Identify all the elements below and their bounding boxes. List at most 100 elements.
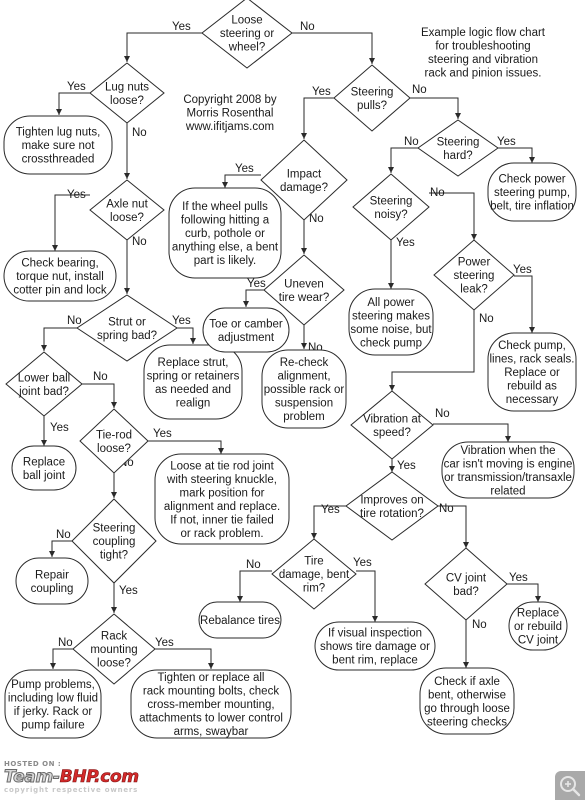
edge-pulls-impact: Yes — [301, 86, 334, 139]
edge-label-yes: Yes — [67, 189, 86, 201]
node-text-line: part is likely. — [194, 255, 256, 267]
result-node-checkpower: Check powersteering pump, belt, tire infl… — [487, 162, 577, 222]
arrowhead-icon — [505, 436, 511, 442]
chart-description-line: for troubleshooting — [435, 41, 530, 53]
edge-label-yes: Yes — [497, 136, 516, 148]
node-text-line: Steering — [370, 195, 413, 207]
node-text-line: Improves on — [360, 494, 423, 506]
node-text-line: realign — [176, 397, 211, 409]
zoom-button[interactable] — [555, 771, 585, 800]
node-text-line: Replace — [517, 608, 559, 620]
edge-rack-rackbolts: Yes — [155, 637, 214, 669]
edge-line — [429, 192, 475, 240]
node-text-line: Tighten or replace all — [158, 672, 265, 684]
node-text-line: coupling — [93, 536, 136, 548]
edge-line — [148, 440, 222, 454]
watermark-logo: Team-BHP.com — [4, 767, 179, 787]
result-node-visual: If visual inspectionshows tire damage or… — [314, 621, 436, 671]
node-text-line: bent, otherwise — [428, 689, 506, 701]
node-text-line: steering pump, — [494, 187, 570, 199]
result-node-toe: Toe or camber adjustment — [202, 307, 290, 353]
node-text-line: If not, inner tie failed — [170, 514, 274, 526]
edge-line — [245, 289, 264, 307]
node-text-line: Lug nuts — [105, 81, 149, 93]
node-text-line: Repair — [35, 569, 69, 581]
edge-line — [82, 383, 115, 408]
node-text-line: or rebuild — [514, 621, 562, 633]
edge-coupling-rack: Yes — [111, 583, 138, 613]
edge-label-no: No — [93, 371, 108, 383]
node-text-line: curb, pothole or — [185, 228, 265, 240]
node-text-line: If visual inspection — [328, 628, 422, 640]
edge-label-yes: Yes — [353, 557, 372, 569]
edge-tierod-tierodfix: Yes — [148, 428, 224, 454]
node-text-line: mark position for — [179, 487, 264, 499]
edge-line — [390, 147, 418, 173]
edge-vibration-rotation: Yes — [389, 459, 416, 472]
arrowhead-icon — [111, 402, 117, 408]
edge-line — [356, 570, 376, 622]
edge-line — [303, 97, 334, 139]
edge-line — [58, 92, 90, 115]
edge-line — [224, 174, 261, 188]
edge-tiredamage-visual: Yes — [353, 557, 378, 622]
edge-line — [239, 570, 272, 602]
node-text-line: following hitting a — [181, 215, 270, 227]
node-text-line: suspension — [275, 398, 333, 410]
node-text-line: Vibration when the — [460, 445, 555, 457]
edge-pulls-hard: No — [410, 84, 461, 119]
edge-label-no: No — [435, 408, 450, 420]
node-text-line: steering or — [220, 28, 275, 40]
node-text-line: hard? — [443, 150, 472, 162]
edge-cvjoint-axlebent: No — [463, 619, 487, 668]
node-text-line: Axle nut — [106, 198, 148, 210]
edge-label-yes: Yes — [67, 81, 86, 93]
arrowhead-icon — [369, 58, 375, 64]
edge-label-yes: Yes — [235, 163, 254, 175]
arrowhead-icon — [529, 327, 535, 333]
node-text-line: All power — [367, 297, 414, 309]
arrowhead-icon — [388, 167, 394, 173]
edge-label-no: No — [246, 559, 261, 571]
arrowhead-icon — [311, 533, 317, 539]
arrowhead-icon — [218, 448, 224, 454]
node-text-line: cross-member mounting, — [147, 699, 274, 711]
team-bhp-watermark: HOSTED ON : Team-BHP.com copyright respe… — [4, 760, 179, 800]
edge-balljoint-tierod: No — [82, 371, 117, 408]
edge-balljoint-replaceball: Yes — [41, 416, 69, 446]
node-text-line: or transmission/transaxle — [444, 472, 572, 484]
edge-noisy-allpower: Yes — [388, 237, 415, 289]
arrowhead-icon — [111, 607, 117, 613]
edge-lugnuts-axlenut: No — [124, 123, 147, 179]
node-text-line: arms, swaybar — [174, 726, 249, 738]
node-text-line: Tire — [304, 556, 323, 568]
node-text-line: Tighten lug nuts, — [16, 127, 101, 139]
node-text-line: damage? — [280, 182, 328, 194]
result-node-recheck: Re-check alignment,possible rack or suspen… — [261, 349, 347, 429]
arrowhead-icon — [41, 345, 47, 351]
arrowhead-icon — [49, 551, 55, 557]
edge-label-yes: Yes — [172, 315, 191, 327]
edge-label-yes: Yes — [509, 572, 528, 584]
node-text-line: Tie-rod — [96, 429, 132, 441]
node-text-line: CV joint — [518, 635, 559, 647]
edge-label-yes: Yes — [119, 585, 138, 597]
edge-label-no: No — [309, 213, 324, 225]
node-text-line: Check if axle — [434, 676, 500, 688]
edge-label-no: No — [132, 236, 147, 248]
watermark-logo-team: Team- — [4, 767, 61, 787]
edge-line — [155, 648, 212, 669]
node-text-line: ball joint — [23, 470, 66, 482]
result-node-replacestrut: Replace strut,spring or retainers as need… — [143, 344, 243, 420]
edge-label-no: No — [67, 315, 82, 327]
node-text-line: If the wheel pulls — [182, 201, 268, 213]
node-text-line: rim? — [303, 583, 325, 595]
node-text-line: Impact — [287, 168, 322, 180]
arrowhead-icon — [301, 133, 307, 139]
edge-vibration-engine: No — [433, 408, 511, 442]
edge-loose-lugnuts: Yes — [124, 21, 202, 62]
edge-line — [433, 423, 509, 442]
edge-line — [410, 97, 459, 119]
decision-node-vibration: Vibration at speed? — [350, 390, 434, 460]
chart-description-line: Example logic flow chart — [421, 27, 546, 39]
